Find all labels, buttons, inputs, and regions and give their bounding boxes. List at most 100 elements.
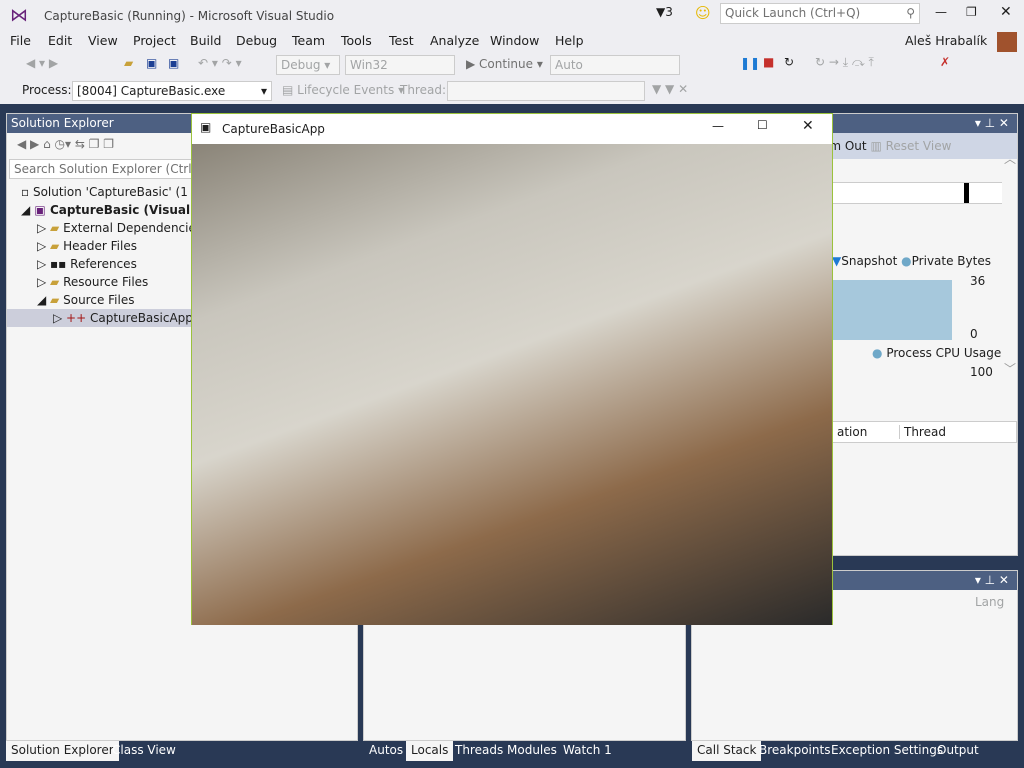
process-label: Process: [22,83,72,97]
thread-label: Thread: [400,83,447,97]
events-table-header: ation Thread [832,421,1017,443]
menu-team[interactable]: Team [292,33,325,48]
search-icon: ⚲ [906,6,915,20]
save-icon[interactable]: ▣ [146,56,157,70]
column-thread[interactable]: Thread [899,425,946,439]
private-bytes-label: Private Bytes [911,254,991,268]
step-icons[interactable]: ↻ → ⤓ ⤼ ⤒ [815,55,874,70]
menu-file[interactable]: File [10,33,31,48]
tab-call-stack[interactable]: Call Stack [692,741,762,761]
timeline-ruler [832,182,1002,204]
platform-dropdown[interactable]: Win32 [345,55,455,75]
memory-min: 0 [970,327,978,341]
open-folder-icon[interactable]: ▰ [124,56,133,70]
menu-debug[interactable]: Debug [236,33,277,48]
menu-project[interactable]: Project [133,33,176,48]
tab-threads[interactable]: Threads [450,741,508,761]
save-all-icon[interactable]: ▣ [168,56,179,70]
tab-class-view[interactable]: Class View [107,741,181,761]
home-icon[interactable]: ◀ ▶ ⌂ ◷▾ ⇆ ❐ ❐ [17,137,114,151]
process-dropdown[interactable]: [8004] CaptureBasic.exe ▾ [72,81,272,101]
tab-exception-settings[interactable]: Exception Settings [826,741,948,761]
folder-icon: ▰ [50,221,60,235]
tab-watch-1[interactable]: Watch 1 [558,741,617,761]
scroll-down-icon[interactable]: ﹀ [1004,360,1016,377]
panel-controls-icon[interactable]: ▾ ⊥ ✕ [975,573,1009,587]
cpu-legend: ● Process CPU Usage [872,346,1001,360]
app-title: CaptureBasicApp [222,122,325,136]
user-name[interactable]: Aleš Hrabalík [905,33,987,48]
restore-button[interactable]: ❐ [966,5,977,19]
menu-edit[interactable]: Edit [48,33,72,48]
tab-solution-explorer[interactable]: Solution Explorer [6,741,119,761]
filter-icon[interactable]: ▼ ▼ ✕ [652,82,688,96]
app-close-button[interactable]: ✕ [802,118,814,134]
thread-dropdown[interactable] [447,81,645,101]
menu-build[interactable]: Build [190,33,221,48]
timeline-marker [964,183,969,203]
capture-app-window[interactable]: ▣ CaptureBasicApp — ☐ ✕ [191,113,833,625]
tab-modules[interactable]: Modules [502,741,562,761]
minimize-button[interactable]: — [935,5,947,19]
tree-label: External Dependencies [63,221,203,235]
tree-label: Source Files [63,293,135,307]
snapshot-icon: ▼ [832,254,842,268]
undo-icon[interactable]: ↶ ▾ ↷ ▾ [198,56,242,70]
folder-icon: ▰ [50,239,60,253]
column-location[interactable]: ation [837,425,867,439]
reset-view-button[interactable]: ▥ Reset View [870,139,951,153]
menu-analyze[interactable]: Analyze [430,33,479,48]
quick-launch-input[interactable]: Quick Launch (Ctrl+Q) ⚲ [720,3,920,24]
menu-bar: File Edit View Project Build Debug Team … [0,30,1024,52]
menu-window[interactable]: Window [490,33,539,48]
tree-label: Resource Files [63,275,149,289]
config-dropdown[interactable]: Debug ▾ [276,55,340,75]
feedback-smiley-icon[interactable]: ☺ [695,4,711,22]
tab-locals[interactable]: Locals [406,741,454,761]
platform-value: Win32 [350,58,388,72]
memory-legend: ▼Snapshot ●Private Bytes [832,254,1002,268]
menu-help[interactable]: Help [555,33,584,48]
panel-controls-icon[interactable]: ▾ ⊥ ✕ [975,116,1009,130]
quick-launch-placeholder: Quick Launch (Ctrl+Q) [725,6,861,20]
app-icon: ▣ [200,120,212,134]
restart-icon[interactable]: ↻ [784,55,794,69]
menu-test[interactable]: Test [389,33,414,48]
notification-flag-icon[interactable]: ▼3 [656,5,673,19]
tree-label: Solution 'CaptureBasic' (1 pro [32,185,212,199]
cpu-icon: ● [872,346,883,360]
column-language[interactable]: Lang [975,595,1004,609]
lifecycle-events-button[interactable]: ▤ Lifecycle Events ▾ [282,83,404,97]
tab-breakpoints[interactable]: Breakpoints [754,741,835,761]
lifecycle-label: Lifecycle Events [297,83,395,97]
close-button[interactable]: ✕ [1000,4,1012,20]
auto-dropdown[interactable]: Auto [550,55,680,75]
memory-chart-area [832,280,952,340]
auto-value: Auto [555,58,583,72]
app-maximize-button[interactable]: ☐ [757,118,768,132]
tab-output[interactable]: Output [932,741,984,761]
app-minimize-button[interactable]: — [712,119,724,133]
process-value: [8004] CaptureBasic.exe [77,84,226,98]
tree-label: CaptureBasicApp.c [89,311,204,325]
menu-tools[interactable]: Tools [341,33,372,48]
menu-view[interactable]: View [88,33,118,48]
stop-icon[interactable]: ■ [763,55,774,69]
search-placeholder: Search Solution Explorer (Ctrl+;) [14,162,211,176]
tab-autos[interactable]: Autos [364,741,408,761]
breakpoint-icon[interactable]: ✗ [940,55,950,69]
standard-toolbar: ◀ ▾ ▶ ▰ ▣ ▣ ↶ ▾ ↷ ▾ Debug ▾ Win32 ▶ Cont… [0,52,1024,78]
avatar[interactable] [997,32,1017,52]
continue-button[interactable]: ▶ Continue ▾ [466,57,543,71]
snapshot-label: Snapshot [841,254,898,268]
solution-icon: ▫ [21,185,33,199]
back-icon[interactable]: ◀ ▾ ▶ [26,56,58,70]
pause-icon[interactable]: ❚❚ [740,56,760,70]
references-icon: ▪▪ [50,257,67,271]
private-bytes-icon: ● [901,254,912,268]
notification-count: 3 [665,5,673,19]
memory-max: 36 [970,274,986,288]
scroll-up-icon[interactable]: ︿ [1004,150,1016,167]
title-bar: ⋈ CaptureBasic (Running) - Microsoft Vis… [0,0,1024,30]
window-title: CaptureBasic (Running) - Microsoft Visua… [44,9,335,23]
